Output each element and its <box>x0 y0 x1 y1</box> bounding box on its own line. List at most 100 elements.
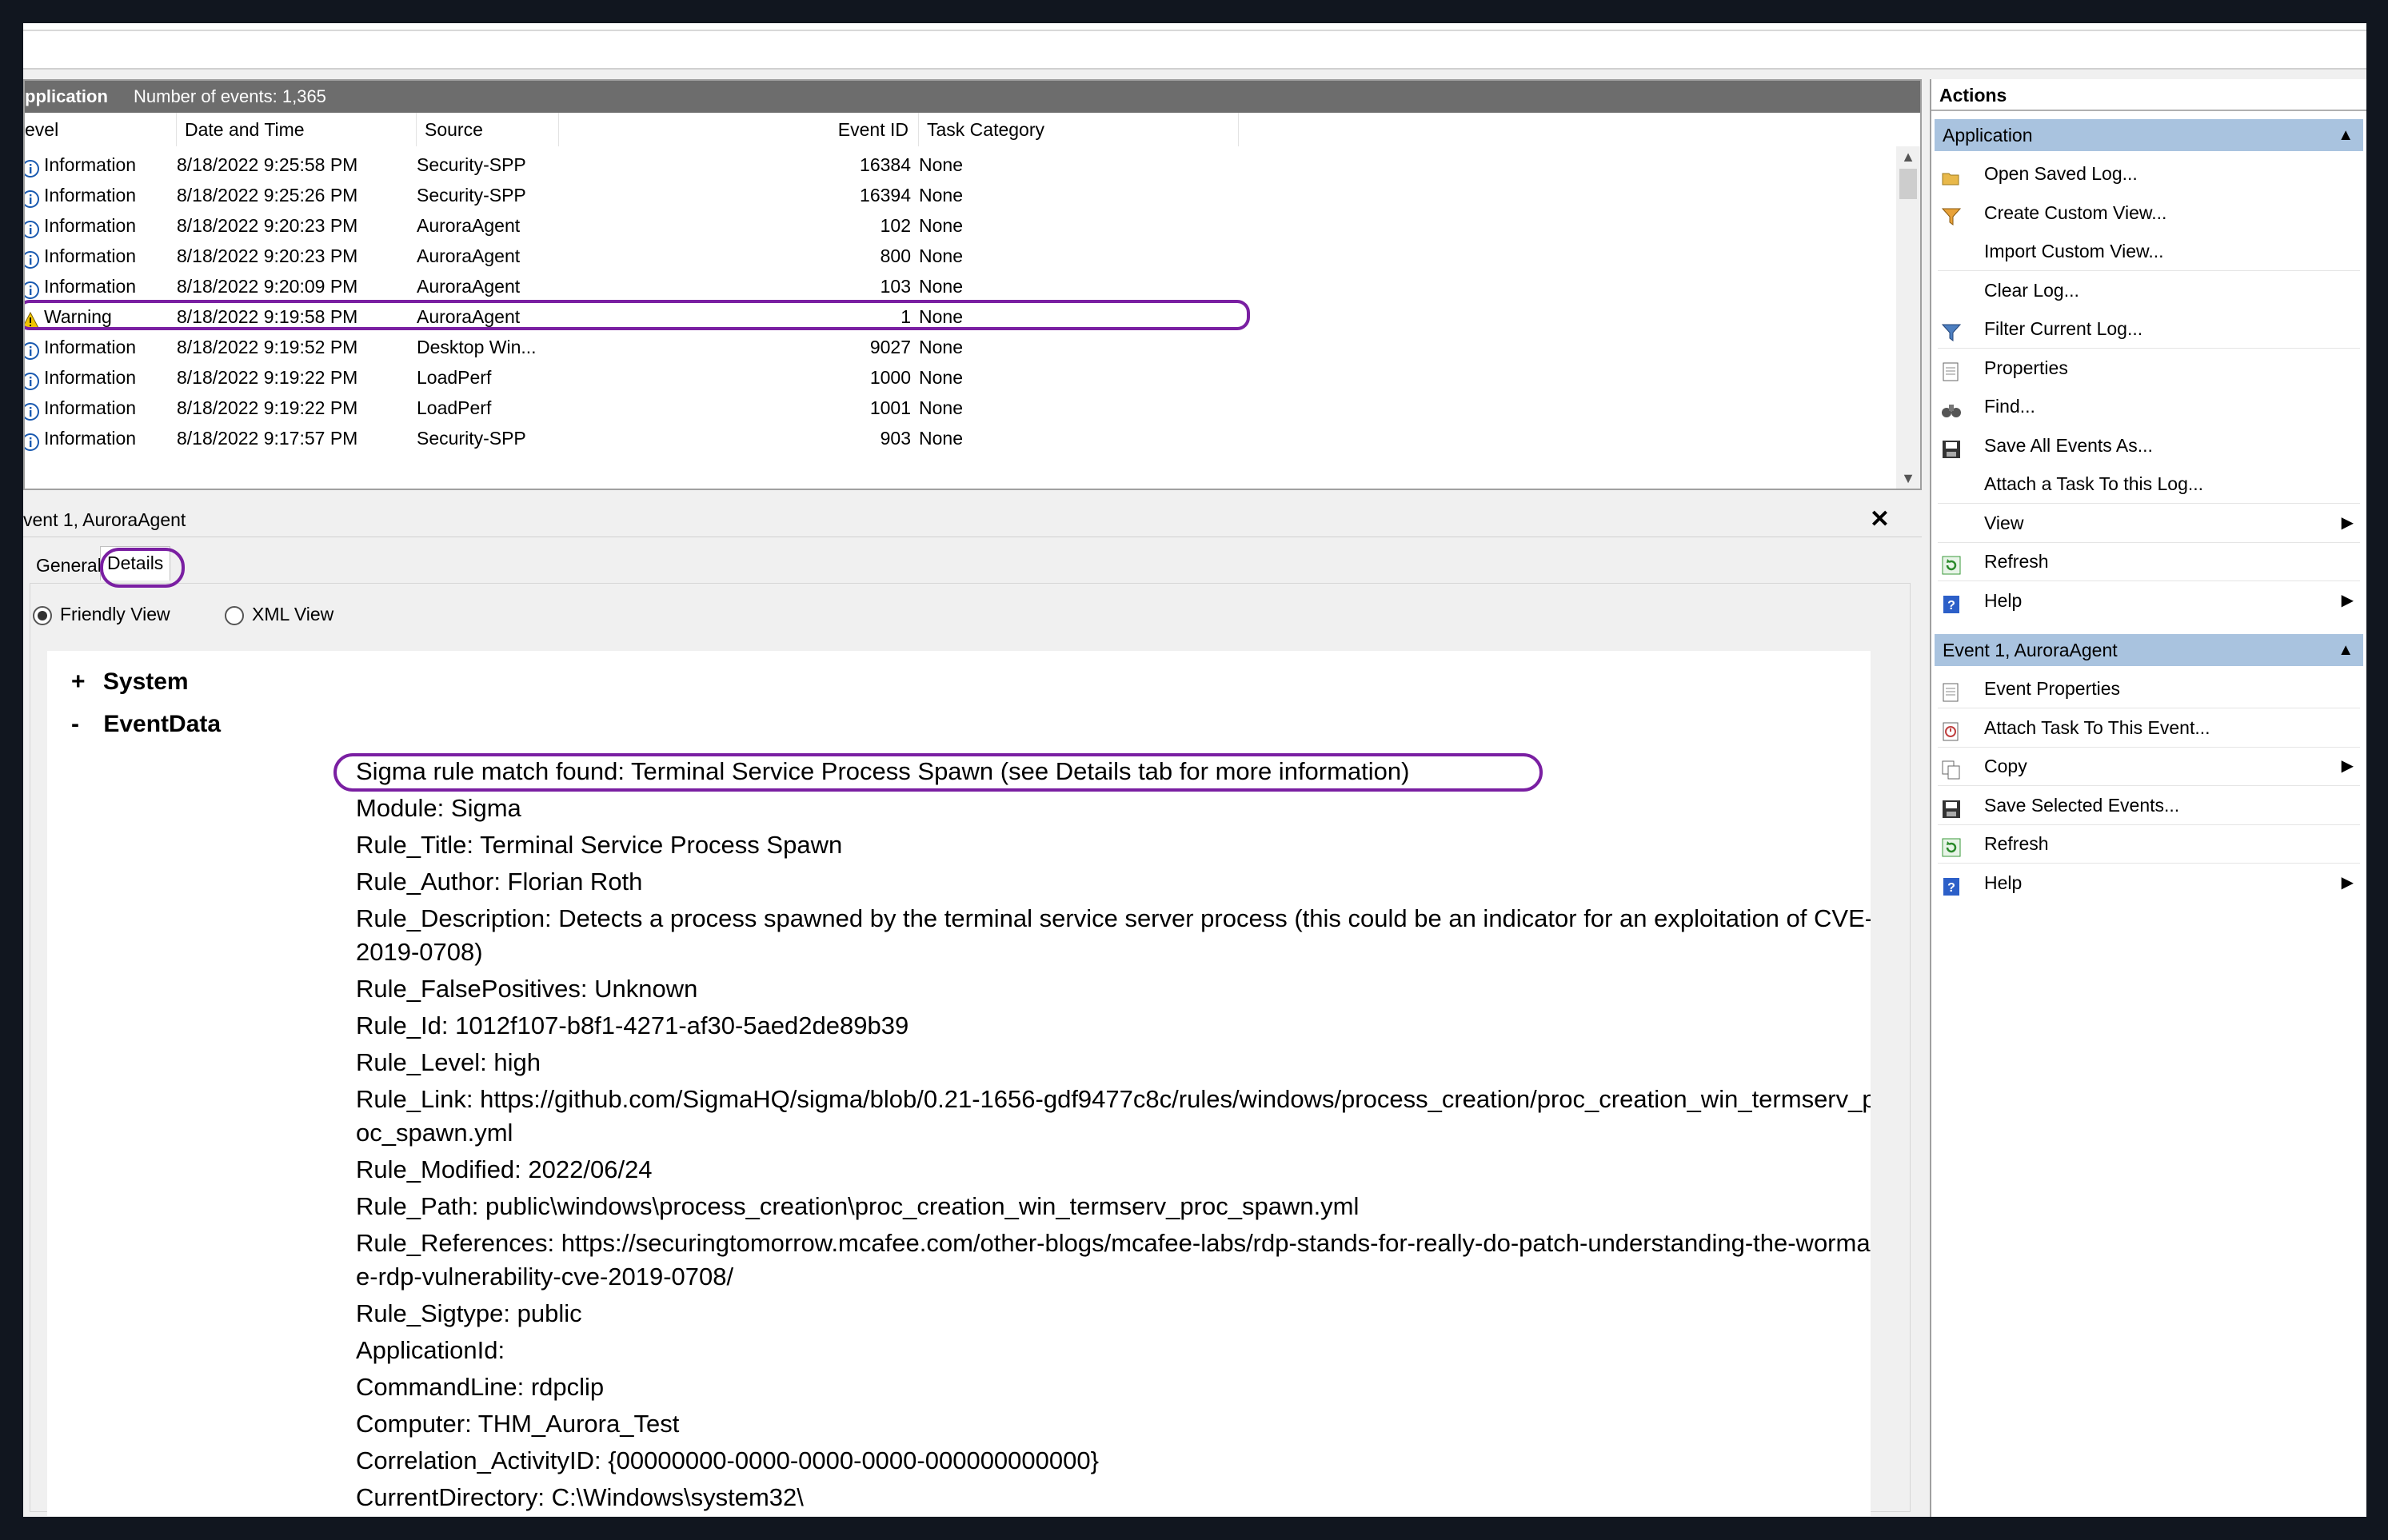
action-attach-a-task-to-this-log[interactable]: Attach a Task To this Log... <box>1935 466 2363 501</box>
friendly-view-content: + System - EventData Sigma rule match fo… <box>47 651 1871 1516</box>
warning-row-highlight <box>25 300 1250 330</box>
cell-level: Information <box>44 185 137 205</box>
section-event[interactable]: Event 1, AuroraAgent ▲ <box>1935 634 2363 666</box>
cell-source: AuroraAgent <box>417 245 521 266</box>
table-row-warning[interactable]: Warning 8/18/2022 9:19:58 PM AuroraAgent 1 N… <box>25 300 1896 332</box>
eventdata-line: Correlation_ActivityID: {00000000-0000-0… <box>356 1446 1099 1474</box>
action-label: Properties <box>1984 357 2068 378</box>
cell-event-id: 16394 <box>860 185 911 205</box>
action-label: Create Custom View... <box>1984 201 2167 223</box>
collapse-up-icon[interactable]: ▲ <box>2338 119 2354 151</box>
scroll-down-icon[interactable]: ▼ <box>1896 468 1920 489</box>
help-icon: ? <box>1941 591 1962 613</box>
info-icon <box>25 247 39 269</box>
action-event-properties[interactable]: Event Properties <box>1935 671 2363 706</box>
info-icon <box>25 277 39 299</box>
action-save-all-events-as[interactable]: Save All Events As... <box>1935 428 2363 463</box>
svg-text:?: ? <box>1947 599 1955 612</box>
table-row[interactable]: Information 8/18/2022 9:17:57 PM Security-… <box>25 423 1896 453</box>
column-task-category[interactable]: Task Category <box>919 113 1239 146</box>
table-row[interactable]: Information 8/18/2022 9:20:23 PM AuroraAge… <box>25 210 1896 241</box>
table-row[interactable]: Information 8/18/2022 9:19:22 PM LoadPerf 1… <box>25 362 1896 393</box>
action-create-custom-view[interactable]: Create Custom View... <box>1935 195 2363 230</box>
action-view[interactable]: View ▶ <box>1935 505 2363 541</box>
chevron-up-icon[interactable]: ︿ <box>1869 667 1871 696</box>
detail-scrollbar[interactable]: ︿ ﹀ <box>1869 667 1871 1516</box>
cell-source: Desktop Win... <box>417 337 537 357</box>
cell-task-category: None <box>919 397 963 418</box>
xml-view-radio[interactable]: XML View <box>225 602 333 626</box>
cell-event-id: 1001 <box>869 397 911 418</box>
action-save-selected-events[interactable]: Save Selected Events... <box>1935 788 2363 823</box>
section-event-label: Event 1, AuroraAgent <box>1943 640 2118 660</box>
tree-system[interactable]: + System <box>71 668 189 696</box>
filter-icon <box>1941 319 1962 341</box>
info-icon <box>25 217 39 238</box>
action-refresh[interactable]: Refresh <box>1935 826 2363 861</box>
info-icon <box>25 186 39 208</box>
cell-date: 8/18/2022 9:17:57 PM <box>177 428 358 449</box>
section-application[interactable]: Application ▲ <box>1935 119 2363 151</box>
scroll-thumb[interactable] <box>1899 169 1917 199</box>
eventdata-line: Rule_Link: https://github.com/SigmaHQ/si… <box>356 1085 1871 1147</box>
cell-level: Information <box>44 276 137 297</box>
cell-date: 8/18/2022 9:20:09 PM <box>177 276 358 297</box>
info-icon <box>25 338 39 360</box>
column-event-id[interactable]: Event ID <box>559 113 919 146</box>
expand-toggle[interactable]: + <box>71 668 86 695</box>
column-level[interactable]: evel <box>25 113 177 146</box>
cell-date: 8/18/2022 9:19:22 PM <box>177 367 358 388</box>
table-row[interactable]: Information 8/18/2022 9:20:09 PM AuroraAge… <box>25 271 1896 301</box>
action-copy[interactable]: Copy ▶ <box>1935 748 2363 784</box>
tab-general[interactable]: General <box>30 549 108 583</box>
event-detail-pane: vent 1, AuroraAgent ✕ General Details Fr… <box>23 503 1922 1517</box>
action-find[interactable]: Find... <box>1935 389 2363 424</box>
action-filter-current-log[interactable]: Filter Current Log... <box>1935 311 2363 346</box>
cell-event-id: 16384 <box>860 154 911 175</box>
menu-separator <box>1938 580 2360 581</box>
menu-separator <box>1938 746 2360 748</box>
close-icon[interactable]: ✕ <box>1870 503 1890 537</box>
action-help[interactable]: ? Help ▶ <box>1935 865 2363 900</box>
action-refresh[interactable]: Refresh <box>1935 544 2363 579</box>
collapse-toggle[interactable]: - <box>71 711 79 737</box>
tree-eventdata[interactable]: - EventData <box>71 711 221 738</box>
column-date[interactable]: Date and Time <box>177 113 417 146</box>
cell-date: 8/18/2022 9:25:26 PM <box>177 185 358 205</box>
action-label: Find... <box>1984 396 2035 417</box>
action-clear-log[interactable]: Clear Log... <box>1935 273 2363 308</box>
collapse-up-icon[interactable]: ▲ <box>2338 634 2354 666</box>
eventdata-line: Computer: THM_Aurora_Test <box>356 1410 680 1438</box>
tree-eventdata-label: EventData <box>103 711 222 737</box>
action-import-custom-view[interactable]: Import Custom View... <box>1935 233 2363 269</box>
action-label: Copy <box>1984 756 2027 776</box>
action-label: Refresh <box>1984 551 2049 572</box>
table-row[interactable]: Information 8/18/2022 9:25:26 PM Security-… <box>25 180 1896 210</box>
menu-separator <box>1938 824 2360 825</box>
cell-level: Information <box>44 245 137 266</box>
radio-unselected-icon <box>225 605 244 625</box>
chevron-down-icon[interactable]: ﹀ <box>1869 1466 1871 1496</box>
info-icon <box>25 429 39 451</box>
eventdata-line: Rule_Level: high <box>356 1048 541 1076</box>
eventdata-line: CommandLine: rdpclip <box>356 1373 605 1401</box>
table-row[interactable]: Information 8/18/2022 9:19:22 PM LoadPerf 1… <box>25 393 1896 423</box>
action-help[interactable]: ? Help ▶ <box>1935 583 2363 618</box>
friendly-view-radio[interactable]: Friendly View <box>33 602 170 626</box>
action-label: Help <box>1984 589 2023 611</box>
action-label: Attach a Task To this Log... <box>1984 473 2204 494</box>
action-properties[interactable]: Properties <box>1935 350 2363 385</box>
table-row[interactable]: Information 8/18/2022 9:25:58 PM Security-… <box>25 150 1896 180</box>
log-title: pplication <box>25 86 108 106</box>
table-row[interactable]: Information 8/18/2022 9:20:23 PM AuroraAge… <box>25 241 1896 271</box>
eventdata-line: Rule_Title: Terminal Service Process Spa… <box>356 831 843 859</box>
column-source[interactable]: Source <box>417 113 559 146</box>
cell-level: Information <box>44 215 137 236</box>
action-label: Clear Log... <box>1984 279 2079 301</box>
scroll-up-icon[interactable]: ▲ <box>1896 146 1920 167</box>
cell-event-id: 9027 <box>869 337 911 357</box>
list-scrollbar[interactable]: ▲ ▼ <box>1896 146 1920 489</box>
action-open-saved-log[interactable]: Open Saved Log... <box>1935 156 2363 191</box>
table-row[interactable]: Information 8/18/2022 9:19:52 PM Desktop W… <box>25 332 1896 362</box>
action-attach-task-to-this-event[interactable]: Attach Task To This Event... <box>1935 710 2363 745</box>
